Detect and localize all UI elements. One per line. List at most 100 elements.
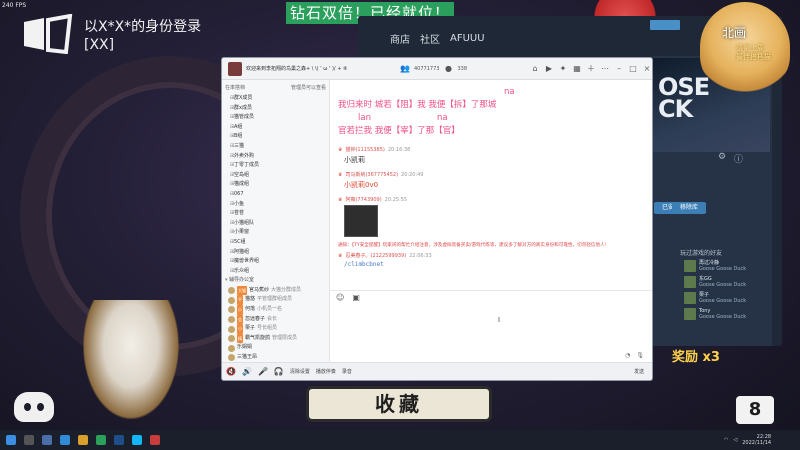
- taskbar: [0, 430, 800, 450]
- launcher-tab[interactable]: [650, 20, 680, 30]
- app-icon[interactable]: [96, 435, 106, 445]
- send-button[interactable]: 发送: [634, 368, 652, 375]
- group-avatar[interactable]: [228, 61, 242, 76]
- member-item[interactable]: 小何落 小机员一名: [228, 305, 329, 315]
- member-item[interactable]: 会忽远春子 会长: [228, 314, 329, 325]
- volume-icon[interactable]: ◁: [733, 437, 737, 443]
- nav-username[interactable]: AFUUU: [450, 33, 485, 44]
- member-list: 大猫 官马蕉纱 大猫分群成员 平猫悠 平管理群组成员 小何落 小机员一名 会忽远春子 会长…: [222, 285, 329, 363]
- message-input[interactable]: [330, 304, 652, 350]
- friend-row[interactable]: 栗子 Goose Goose Duck: [684, 290, 768, 306]
- subgroup-item[interactable]: ⊞外卖外购: [230, 152, 329, 162]
- edge-icon[interactable]: [60, 435, 70, 445]
- friend-avatar: [684, 276, 696, 288]
- subgroup-item[interactable]: ⊞丁零丁成员: [230, 161, 329, 171]
- record-button[interactable]: 录音: [342, 368, 352, 375]
- nav-store[interactable]: 商店: [390, 31, 410, 46]
- nav-community[interactable]: 社区: [420, 31, 440, 46]
- minimize-icon[interactable]: –: [614, 64, 624, 73]
- system-tray: ◠ ◁ 22:28 2022/11/14: [724, 430, 800, 450]
- subgroup-item[interactable]: ⊞阿猫组: [230, 248, 329, 258]
- home-icon[interactable]: ⌂: [530, 64, 540, 74]
- sidebar-tab[interactable]: 在率搭档: [225, 84, 245, 91]
- subgroup-item[interactable]: ⊞小果窗: [230, 228, 329, 238]
- mic-icon[interactable]: 🎙: [636, 352, 644, 359]
- obs-icon[interactable]: [150, 435, 160, 445]
- sender-badge-icon: ♛: [338, 171, 343, 178]
- subgroup-item[interactable]: ⊞空岛组: [230, 171, 329, 181]
- login-text: 以X*X*的身份登录 [XX]: [84, 19, 202, 53]
- sender-name[interactable]: 忍美春子。(2122599939): [345, 252, 406, 259]
- member-item[interactable]: 小栗子 号长组员: [228, 324, 329, 334]
- message-image[interactable]: [344, 205, 378, 237]
- system-notice: 通知：【TY安全提醒】玩家间的帮忙介绍注意，涉及虚拟装备买卖/游戏代练等，建议多…: [338, 243, 607, 248]
- subgroup-item[interactable]: ⊞猫管成员: [230, 113, 329, 123]
- subgroup-item[interactable]: ⊞乐众组: [230, 267, 329, 277]
- subgroup-item[interactable]: ⊞三猫: [230, 142, 329, 152]
- qq-icon[interactable]: [132, 435, 142, 445]
- clock[interactable]: 22:28 2022/11/14: [742, 434, 771, 446]
- input-toolbar: ☺ ▣: [330, 290, 652, 304]
- subgroup-item[interactable]: ⊞群x成员: [230, 104, 329, 114]
- gear-icon[interactable]: ⚙: [718, 152, 726, 162]
- app-icon[interactable]: ▦: [572, 64, 582, 74]
- friend-game: Goose Goose Duck: [699, 266, 747, 272]
- network-icon[interactable]: ◠: [724, 437, 728, 443]
- subgroup-item[interactable]: ⊞A组: [230, 123, 329, 133]
- member-item[interactable]: 精霸气凯旋鸽 管理层成员: [228, 333, 329, 344]
- play-accompaniment-button[interactable]: 播放伴奏: [316, 368, 336, 375]
- voice-icon[interactable]: ◔: [625, 352, 630, 359]
- chat-message: ♛ 司马斯纳(367775452) 20:20:49 小凯莉0v0: [338, 171, 652, 190]
- member-item[interactable]: 大猫 官马蕉纱 大猫分群成员: [228, 285, 329, 296]
- subgroup-item[interactable]: ⊞小鱼: [230, 200, 329, 210]
- video-icon[interactable]: ▶: [544, 64, 554, 74]
- subgroup-item[interactable]: ⊞苍苍: [230, 209, 329, 219]
- game-icon[interactable]: ✦: [558, 64, 568, 74]
- friends-title: 玩过游戏的好友: [680, 250, 723, 257]
- headset-icon[interactable]: 🎧: [274, 367, 284, 376]
- office-section[interactable]: ▾辅导办公室: [222, 276, 329, 286]
- message-body: 小凯莉: [344, 156, 365, 164]
- add-icon[interactable]: ＋: [586, 64, 596, 74]
- info-icon[interactable]: ⓘ: [734, 152, 743, 165]
- clear-settings-button[interactable]: 清除设置: [290, 368, 310, 375]
- launcher-nav: 商店 社区 AFUUU: [358, 28, 578, 48]
- member-item[interactable]: 平猫悠 平管理群组成员: [228, 295, 329, 306]
- subgroup-item[interactable]: ⊞群X成员: [230, 94, 329, 104]
- mic-toggle-icon[interactable]: 🎤: [258, 367, 268, 376]
- sender-badge-icon: ♛: [338, 196, 343, 203]
- subgroup-item[interactable]: ⊞5C组: [230, 238, 329, 248]
- settings-icon[interactable]: ⋯: [600, 64, 610, 74]
- poem-line-1: 我归来时 城若【阻】我 我便【拆】了那城: [338, 100, 497, 110]
- friend-row[interactable]: 再过冷静 Goose Goose Duck: [684, 258, 768, 274]
- poem-ruby-2: lan na: [358, 113, 448, 123]
- explorer-icon[interactable]: [78, 435, 88, 445]
- subgroup-item[interactable]: ⊞猫成组: [230, 180, 329, 190]
- sidebar-admin-link[interactable]: 管理员可以查看: [291, 84, 326, 91]
- emoji-icon[interactable]: ☺: [336, 293, 344, 302]
- sender-name[interactable]: 司马斯纳(367775452): [345, 171, 398, 178]
- steam-icon[interactable]: [114, 435, 124, 445]
- subgroup-item[interactable]: ⊞小猫组队: [230, 219, 329, 229]
- poem-line-2: 官若拦我 我便【宰】了那【官】: [338, 126, 460, 136]
- member-count: 40771773: [414, 65, 440, 72]
- subgroup-item[interactable]: ⊞067: [230, 190, 329, 200]
- friend-game: Goose Goose Duck: [699, 314, 747, 320]
- taskview-icon[interactable]: [42, 435, 52, 445]
- remove-button[interactable]: 移除库: [672, 202, 706, 214]
- image-icon[interactable]: ▣: [352, 293, 360, 302]
- start-icon[interactable]: [6, 435, 16, 445]
- friend-row[interactable]: Tony Goose Goose Duck: [684, 306, 768, 322]
- speaker-icon[interactable]: 🔊: [242, 367, 252, 376]
- mute-icon[interactable]: 🔇: [226, 367, 236, 376]
- member-item[interactable]: 乐娟娟: [228, 343, 329, 353]
- subgroup-item[interactable]: ⊞魔兽世界组: [230, 257, 329, 267]
- friend-row[interactable]: 东GG Goose Goose Duck: [684, 274, 768, 290]
- sender-name[interactable]: 猫钟(11155385): [345, 146, 384, 153]
- chat-message: ♛ 猫钟(11155385) 20:16:38 小凯莉: [338, 146, 652, 165]
- maximize-icon[interactable]: □: [628, 64, 638, 73]
- sender-name[interactable]: 阿薇(7743909): [345, 196, 381, 203]
- search-icon[interactable]: [24, 435, 34, 445]
- close-icon[interactable]: ×: [642, 64, 652, 73]
- subgroup-item[interactable]: ⊞B组: [230, 132, 329, 142]
